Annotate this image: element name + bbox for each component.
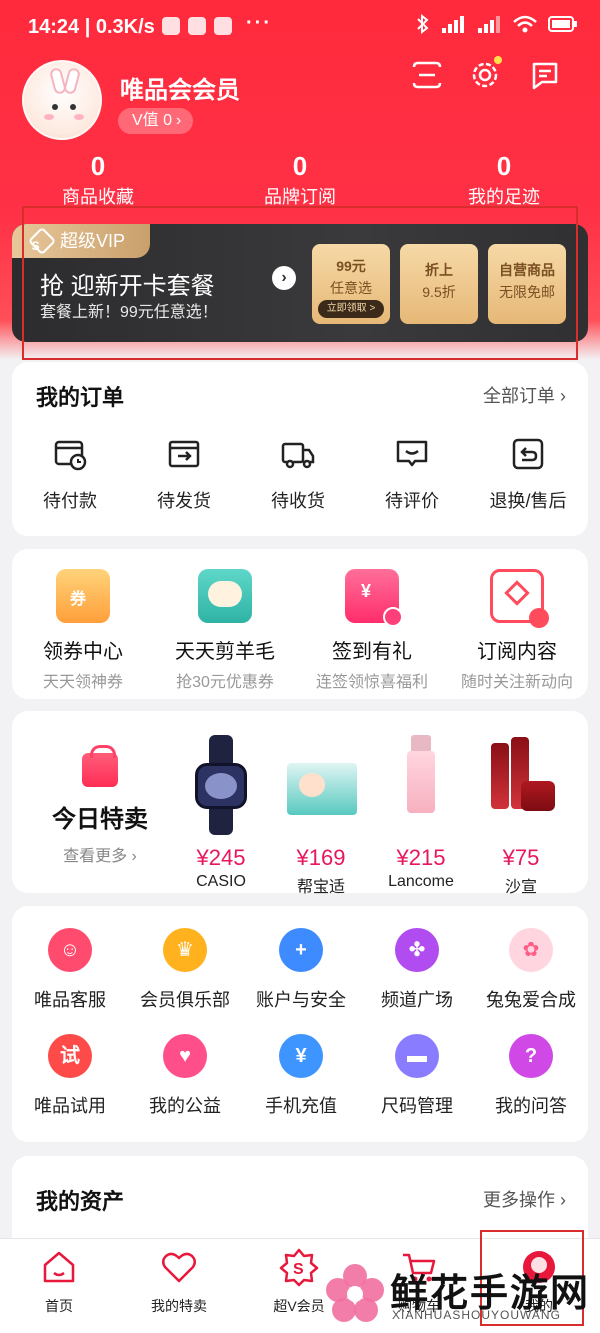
app-notification-icon bbox=[214, 17, 232, 35]
see-more-link[interactable]: 查看更多 › bbox=[52, 842, 148, 866]
sheep-icon bbox=[198, 569, 252, 623]
gift-bag-icon bbox=[82, 745, 118, 787]
bunny-icon: ✿ bbox=[509, 928, 553, 972]
box-arrow-icon bbox=[168, 440, 200, 468]
heart-icon bbox=[162, 1252, 196, 1283]
v-value-pill[interactable]: V值 0 › bbox=[118, 108, 194, 134]
coupon-icon: 券 bbox=[56, 569, 110, 623]
phone-yuan-icon: ¥ bbox=[279, 1034, 323, 1078]
app-notification-icon bbox=[162, 17, 180, 35]
signal-icon bbox=[442, 16, 464, 33]
watch-image bbox=[181, 735, 261, 835]
status-system-icons bbox=[416, 14, 578, 34]
service-account-security[interactable]: + 账户与安全 bbox=[246, 928, 356, 1012]
stat-favorites[interactable]: 0 商品收藏 bbox=[18, 150, 178, 210]
message-icon[interactable] bbox=[528, 58, 562, 92]
lotion-bottle-image bbox=[381, 735, 461, 835]
status-time: 14:24 | 0.3K/s bbox=[28, 16, 155, 38]
daily-deals-title: 今日特卖 bbox=[52, 806, 148, 833]
tab-my-deals[interactable]: 我的特卖 bbox=[124, 1247, 234, 1316]
tool-subscribe[interactable]: 订阅内容 随时关注新动向 bbox=[452, 569, 582, 692]
profile-stats: 0 商品收藏 0 品牌订阅 0 我的足迹 bbox=[0, 150, 600, 210]
service-phone-topup[interactable]: ¥ 手机充值 bbox=[246, 1034, 356, 1118]
service-channel-square[interactable]: ✤ 频道广场 bbox=[362, 928, 472, 1012]
subscribe-icon bbox=[490, 569, 549, 628]
notification-dot bbox=[494, 56, 502, 64]
highlight-box bbox=[22, 206, 578, 360]
product-casio[interactable]: ¥245 CASIO bbox=[176, 735, 266, 891]
order-returns[interactable]: 退换/售后 bbox=[478, 436, 578, 513]
app-notification-icon bbox=[188, 17, 206, 35]
assets-title: 我的资产 bbox=[36, 1189, 125, 1214]
settings-gear-icon[interactable] bbox=[468, 56, 502, 92]
headset-icon: ☺ bbox=[48, 928, 92, 972]
stat-brand-subscriptions[interactable]: 0 品牌订阅 bbox=[220, 150, 380, 210]
order-to-ship[interactable]: 待发货 bbox=[144, 436, 224, 513]
more-actions-link[interactable]: 更多操作 › bbox=[483, 1186, 566, 1212]
tab-home[interactable]: 首页 bbox=[4, 1247, 114, 1316]
heart-hands-icon: ♥ bbox=[163, 1034, 207, 1078]
wifi-icon bbox=[513, 15, 537, 33]
tools-card: 券 领券中心 天天领神券 天天剪羊毛 抢30元优惠券 ¥ 签到有礼 连签领惊喜福… bbox=[12, 549, 588, 699]
product-pampers[interactable]: ¥169 帮宝适 bbox=[276, 735, 366, 897]
home-icon bbox=[43, 1251, 75, 1283]
order-to-receive[interactable]: 待收货 bbox=[258, 436, 338, 513]
status-notification-icons bbox=[162, 17, 232, 35]
chevron-right-icon: › bbox=[176, 112, 182, 129]
svg-text:S: S bbox=[293, 1261, 304, 1278]
daily-deals-card[interactable]: 今日特卖 查看更多 › ¥245 CASIO ¥169 帮宝适 ¥215 Lan… bbox=[12, 711, 588, 896]
wallet-clock-icon bbox=[54, 440, 87, 471]
service-size-management[interactable]: ▬ 尺码管理 bbox=[362, 1034, 472, 1118]
service-member-club[interactable]: ♛ 会员俱乐部 bbox=[130, 928, 240, 1012]
product-lancome[interactable]: ¥215 Lancome bbox=[376, 735, 466, 891]
avatar[interactable] bbox=[22, 60, 102, 140]
checkin-icon: ¥ bbox=[345, 569, 403, 627]
tool-sheep[interactable]: 天天剪羊毛 抢30元优惠券 bbox=[160, 569, 290, 692]
service-charity[interactable]: ♥ 我的公益 bbox=[130, 1034, 240, 1118]
question-icon: ? bbox=[509, 1034, 553, 1078]
chat-check-icon bbox=[396, 440, 428, 467]
service-bunny-merge[interactable]: ✿ 兔兔爱合成 bbox=[476, 928, 586, 1012]
more-notifications-icon: ··· bbox=[246, 12, 272, 34]
tool-checkin[interactable]: ¥ 签到有礼 连签领惊喜福利 bbox=[302, 569, 442, 692]
order-to-review[interactable]: 待评价 bbox=[372, 436, 452, 513]
trial-icon: 试 bbox=[48, 1034, 92, 1078]
scan-icon[interactable] bbox=[410, 58, 444, 92]
service-trial[interactable]: 试 唯品试用 bbox=[20, 1034, 120, 1118]
services-card: ☺ 唯品客服 ♛ 会员俱乐部 + 账户与安全 ✤ 频道广场 ✿ 兔兔爱合成 试 … bbox=[12, 906, 588, 1142]
service-qa[interactable]: ? 我的问答 bbox=[476, 1034, 586, 1118]
crown-icon: ♛ bbox=[163, 928, 207, 972]
status-bar: 14:24 | 0.3K/s ··· bbox=[0, 0, 600, 56]
tool-coupon-center[interactable]: 券 领券中心 天天领神券 bbox=[28, 569, 138, 692]
vip-badge-icon: S bbox=[279, 1248, 319, 1287]
bluetooth-icon bbox=[417, 14, 429, 34]
all-orders-link[interactable]: 全部订单 › bbox=[483, 382, 566, 408]
daily-deals-header[interactable]: 今日特卖 查看更多 › bbox=[52, 745, 148, 866]
username[interactable]: 唯品会会员 bbox=[120, 70, 240, 105]
flower-logo-icon bbox=[326, 1264, 384, 1322]
orders-card: 我的订单 全部订单 › 待付款 待发货 待收货 待评价 退换/售后 bbox=[12, 362, 588, 536]
stat-footprints[interactable]: 0 我的足迹 bbox=[424, 150, 584, 210]
signal-icon bbox=[478, 16, 500, 33]
service-customer-support[interactable]: ☺ 唯品客服 bbox=[20, 928, 120, 1012]
shield-plus-icon: + bbox=[279, 928, 323, 972]
truck-icon bbox=[281, 442, 315, 469]
watermark-subtext: XIANHUASHOUYOUWANG bbox=[392, 1308, 561, 1322]
product-vs-sassoon[interactable]: ¥75 沙宣 bbox=[476, 735, 566, 897]
haircare-set-image bbox=[481, 735, 561, 835]
ruler-icon: ▬ bbox=[395, 1034, 439, 1078]
v-value-label: V值 0 bbox=[132, 112, 173, 129]
clover-icon: ✤ bbox=[395, 928, 439, 972]
order-pending-payment[interactable]: 待付款 bbox=[30, 436, 110, 513]
orders-title: 我的订单 bbox=[36, 385, 125, 410]
watermark: 鲜花手游网 XIANHUASHOUYOUWANG bbox=[318, 1258, 598, 1330]
return-icon bbox=[512, 438, 544, 470]
battery-icon bbox=[548, 16, 577, 32]
diaper-pack-image bbox=[281, 735, 361, 835]
